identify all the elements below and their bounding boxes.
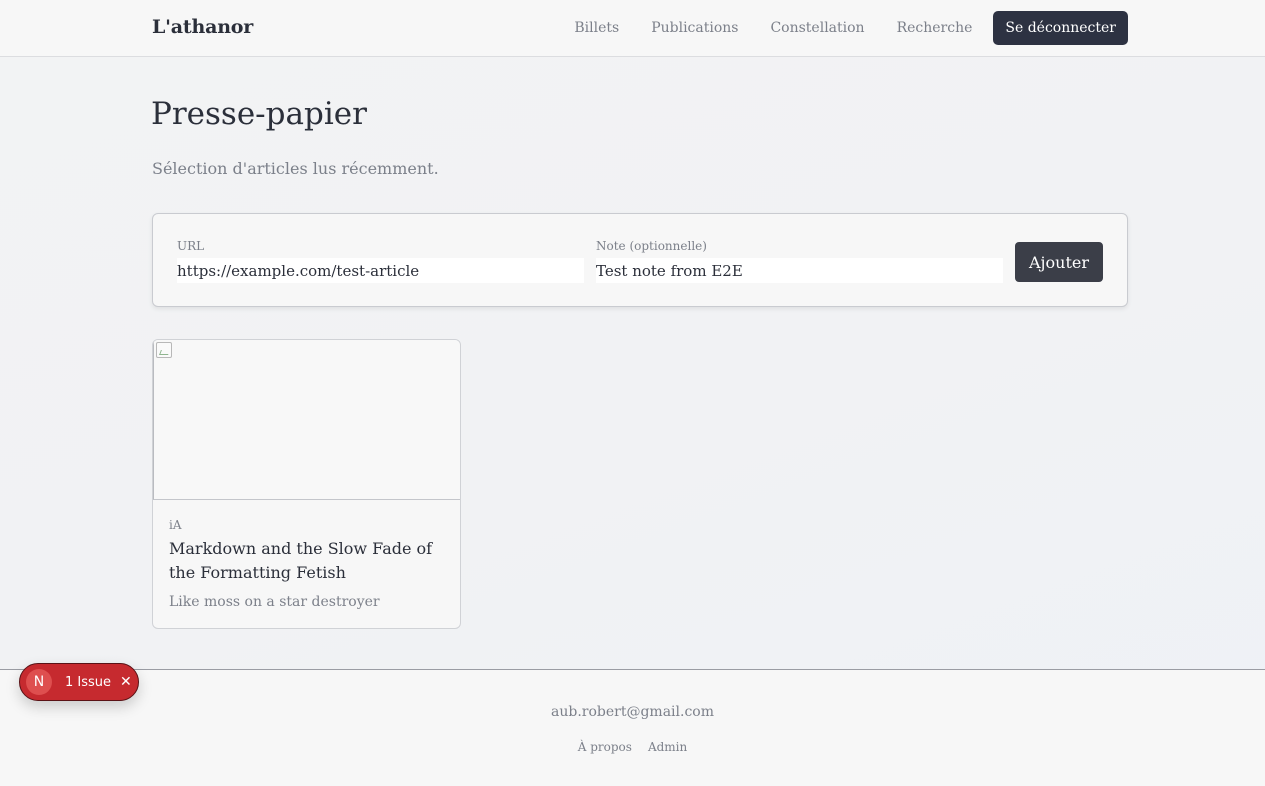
footer-link-admin[interactable]: Admin [648, 740, 687, 754]
logout-button[interactable]: Se déconnecter [993, 11, 1128, 45]
main-nav: Billets Publications Constellation Reche… [542, 11, 1128, 45]
dev-issues-badge[interactable]: N 1 Issue ✕ [19, 663, 139, 701]
nav-link-publications[interactable]: Publications [651, 20, 738, 36]
card-image [153, 340, 460, 500]
issue-count-label[interactable]: 1 Issue [65, 675, 111, 690]
site-brand[interactable]: L'athanor [152, 16, 253, 38]
url-input[interactable] [177, 258, 584, 283]
footer-email: aub.robert@gmail.com [551, 704, 714, 720]
site-header: L'athanor Billets Publications Constella… [0, 0, 1265, 57]
add-article-form: URL Note (optionnelle) Ajouter [152, 213, 1128, 307]
broken-image-icon [156, 342, 172, 358]
nextjs-icon: N [26, 669, 52, 695]
footer-link-about[interactable]: À propos [578, 740, 632, 754]
page-title: Presse-papier [151, 96, 367, 132]
note-label: Note (optionnelle) [596, 239, 707, 253]
footer-links: À propos Admin [0, 740, 1265, 754]
nav-link-billets[interactable]: Billets [574, 20, 619, 36]
nav-link-recherche[interactable]: Recherche [897, 20, 973, 36]
article-card[interactable]: iA Markdown and the Slow Fade of the For… [152, 339, 461, 629]
url-label: URL [177, 239, 205, 253]
site-footer: aub.robert@gmail.com À propos Admin [0, 669, 1265, 786]
add-button[interactable]: Ajouter [1015, 242, 1103, 282]
card-source: iA [169, 518, 182, 532]
nav-link-constellation[interactable]: Constellation [770, 20, 864, 36]
card-title[interactable]: Markdown and the Slow Fade of the Format… [169, 537, 449, 585]
close-icon[interactable]: ✕ [120, 674, 132, 690]
card-note: Like moss on a star destroyer [169, 594, 380, 610]
page-subtitle: Sélection d'articles lus récemment. [152, 159, 439, 178]
note-input[interactable] [596, 258, 1003, 283]
